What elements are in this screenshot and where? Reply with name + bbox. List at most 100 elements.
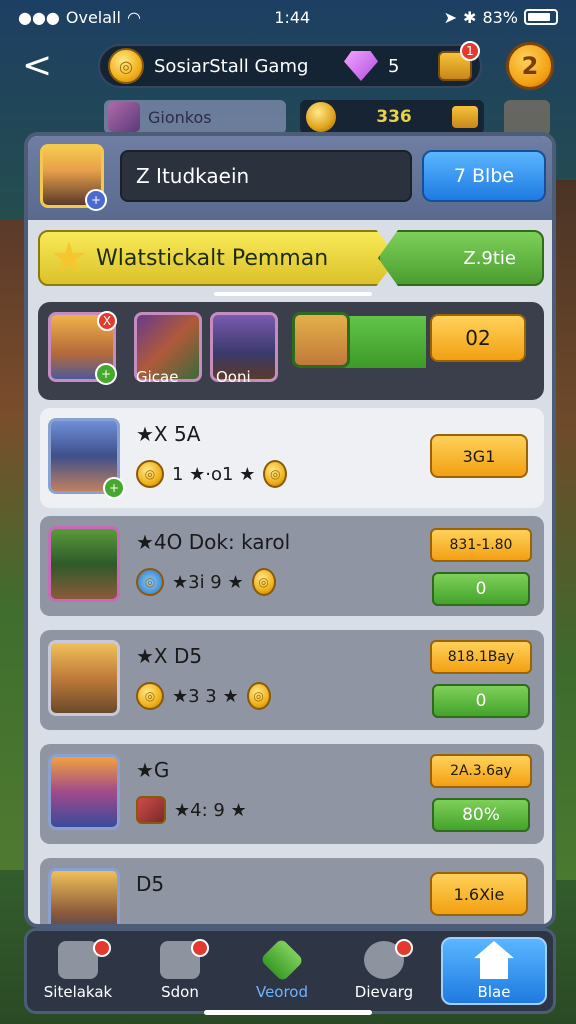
main-panel: + Z Itudkaein 7 Blbe Wlatstickalt Pemman…	[24, 132, 556, 928]
nav-label: Sitelakak	[43, 983, 113, 1001]
plus-icon: +	[85, 189, 107, 211]
card-title: ★X D5	[136, 644, 203, 668]
list-item[interactable]: ★X D5 ◎ ★3 3 ★ ◎ 818.1Bay 0	[40, 630, 544, 730]
nav-badge	[191, 939, 209, 957]
team-label-1: Gicae	[136, 368, 179, 386]
coin-icon: ◎	[246, 682, 271, 710]
list-item[interactable]: ★G ★4: 9 ★ 2A.3.6ay 80%	[40, 744, 544, 844]
gear-icon	[58, 941, 98, 979]
card-gold-button[interactable]: 1.6Xie	[430, 872, 528, 916]
card-subtitle: ◎ ★3i 9 ★ ◎	[136, 568, 276, 596]
gem-count: 5	[388, 55, 400, 77]
card-subtitle: ◎ ★3 3 ★ ◎	[136, 682, 271, 710]
banner-value: Z.9tie	[378, 230, 544, 286]
nav-label: Veorod	[255, 983, 309, 1001]
level-badge[interactable]: 2	[506, 42, 554, 90]
list-item[interactable]: ★4O Dok: karol ◎ ★3i 9 ★ ◎ 831-1.80 0	[40, 516, 544, 616]
coin-icon	[306, 102, 336, 132]
coin-icon: ◎	[136, 460, 164, 488]
nav-badge	[93, 939, 111, 957]
chest-badge: 1	[460, 41, 480, 61]
nav-label: Dievarg	[354, 983, 414, 1001]
signal-icon: ●●●	[18, 7, 60, 27]
card-green-button[interactable]: 0	[432, 572, 530, 606]
carrier-label: Ovelall	[65, 7, 121, 27]
chest-icon	[136, 796, 166, 824]
star-icon	[52, 241, 86, 272]
player-avatar	[48, 754, 120, 830]
card-green-button[interactable]: 0	[432, 684, 530, 718]
gem-icon	[344, 51, 378, 81]
price-tag: 818.1Bay	[430, 640, 532, 674]
bottom-nav: Sitelakak Sdon Veorod Dievarg Blae	[24, 928, 556, 1014]
chest-icon[interactable]: 1	[438, 41, 480, 81]
card-gold-button[interactable]: 3G1	[430, 434, 528, 478]
player-avatar	[48, 526, 120, 602]
nav-item-reward[interactable]: Veorod	[231, 931, 333, 1011]
plus-icon: +	[103, 477, 125, 499]
player-avatar	[48, 640, 120, 716]
card-sub-text: ★3 3 ★	[172, 685, 239, 707]
list-item[interactable]: + ★X 5A ◎ 1 ★·o1 ★ ◎ 3G1	[40, 408, 544, 508]
banner-label: Wlatstickalt Pemman	[38, 230, 398, 286]
team-label-2: Ooni	[216, 368, 251, 386]
nav-badge	[395, 939, 413, 957]
card-sub-text: ★3i 9 ★	[172, 571, 244, 593]
player-avatar	[48, 868, 120, 924]
player-mini-avatar	[108, 102, 140, 132]
divider	[214, 292, 372, 296]
panel-header: + Z Itudkaein 7 Blbe	[28, 136, 552, 220]
blue-action-button[interactable]: 7 Blbe	[422, 150, 546, 202]
back-button[interactable]: <	[22, 46, 58, 86]
team-score[interactable]: 02	[430, 314, 526, 362]
nav-item-camera[interactable]: Dievarg	[333, 931, 435, 1011]
game-title: SosiarStall Gamg	[154, 55, 309, 77]
card-title: ★G	[136, 758, 170, 782]
nav-item-home[interactable]: Blae	[441, 937, 547, 1005]
name-field[interactable]: Z Itudkaein	[120, 150, 412, 202]
team-row: X + Gicae Ooni 02	[38, 302, 544, 400]
slot-badge: X	[97, 311, 117, 331]
list-item[interactable]: D5 1.6Xie	[40, 858, 544, 924]
clock: 1:44	[274, 7, 311, 27]
title-bar: ◎ SosiarStall Gamg 5 1	[98, 41, 482, 88]
inventory-icon[interactable]	[504, 100, 550, 136]
currency-value: 336	[376, 107, 412, 127]
card-title: D5	[136, 872, 165, 896]
coin-icon: ◎	[263, 460, 288, 488]
card-sub-text: ★4: 9 ★	[174, 799, 247, 821]
diamond-icon	[259, 937, 305, 983]
team-slot-1[interactable]: X +	[48, 311, 117, 385]
home-indicator	[204, 1010, 372, 1015]
self-avatar[interactable]: +	[40, 144, 107, 211]
card-subtitle: ★4: 9 ★	[136, 796, 247, 824]
home-icon	[474, 941, 514, 979]
coin-icon: ◎	[251, 568, 276, 596]
currency-chip[interactable]: 336	[300, 100, 484, 134]
battery-percent: 83%	[482, 7, 518, 27]
card-title: ★4O Dok: karol	[136, 530, 291, 554]
nav-item-shop[interactable]: Sdon	[129, 931, 231, 1011]
price-tag: 2A.3.6ay	[430, 754, 532, 788]
card-sub-text: 1 ★·o1 ★	[172, 463, 256, 485]
wifi-icon: ◠	[126, 7, 141, 27]
card-subtitle: ◎ 1 ★·o1 ★ ◎	[136, 460, 288, 488]
player-avatar: +	[48, 418, 125, 499]
banner-text: Wlatstickalt Pemman	[96, 245, 329, 271]
event-banner[interactable]: Wlatstickalt Pemman Z.9tie	[38, 230, 544, 286]
location-icon: ➤	[443, 7, 458, 27]
nav-item-settings[interactable]: Sitelakak	[27, 931, 129, 1011]
team-progress-bar	[342, 316, 426, 368]
chest-icon	[452, 106, 478, 128]
coin-icon: ◎	[108, 48, 144, 84]
gem-icon: ◎	[136, 568, 164, 596]
battery-icon	[524, 9, 558, 25]
player-name: Gionkos	[148, 107, 212, 127]
nav-label: Blae	[477, 983, 511, 1001]
card-green-button[interactable]: 80%	[432, 798, 530, 832]
team-slot-4[interactable]	[292, 312, 350, 368]
coin-icon: ◎	[136, 682, 164, 710]
price-tag: 831-1.80	[430, 528, 532, 562]
nav-label: Sdon	[161, 983, 199, 1001]
player-chip[interactable]: Gionkos	[104, 100, 286, 134]
